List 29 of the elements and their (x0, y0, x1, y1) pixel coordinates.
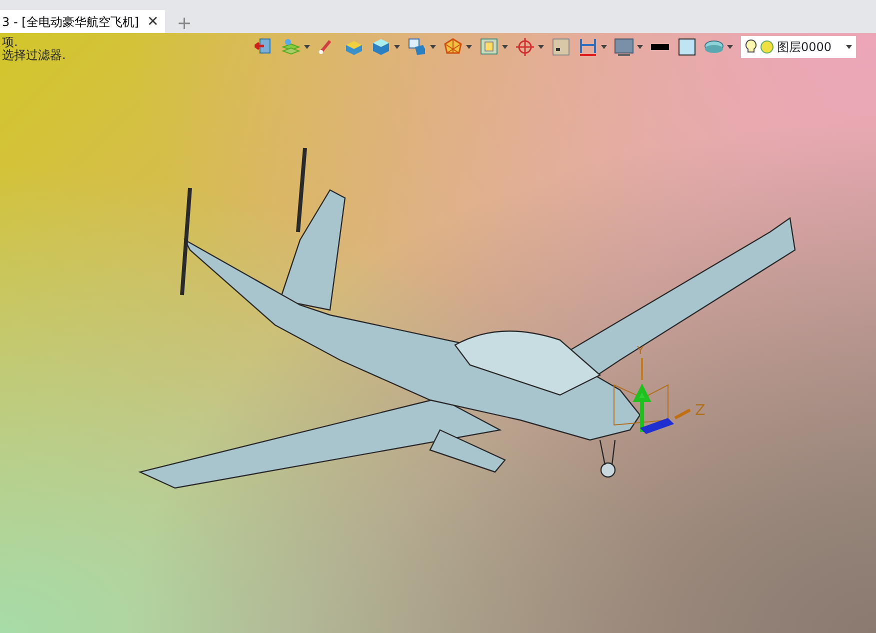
caret-icon (394, 45, 400, 49)
lightbulb-icon (745, 39, 757, 55)
caret-icon (601, 45, 607, 49)
dimension-icon (578, 37, 598, 57)
swatch-icon (677, 37, 697, 57)
caret-icon (727, 45, 733, 49)
caret-icon (538, 45, 544, 49)
frame-icon (479, 37, 499, 57)
status-message: 选择过滤器. (2, 49, 66, 62)
caret-icon (304, 45, 310, 49)
close-tab-icon[interactable]: ✕ (146, 14, 159, 30)
document-tab[interactable]: 3 - [全电动豪华航空飞机] ✕ (0, 10, 165, 33)
caret-icon (430, 45, 436, 49)
crosshair-icon (515, 37, 535, 57)
axis-label: Y (637, 344, 644, 357)
status-message: 项. (2, 36, 18, 49)
caret-icon (637, 45, 643, 49)
caret-icon (502, 45, 508, 49)
axis-label: Z (695, 401, 706, 419)
caret-icon (466, 45, 472, 49)
layer-dropdown[interactable]: 图层0000 (741, 36, 856, 58)
monitor-icon (614, 37, 634, 57)
circle-icon (760, 40, 774, 54)
small-square-icon (551, 37, 571, 57)
layers-icon (281, 37, 301, 57)
polygon-icon (443, 37, 463, 57)
cube-icon (371, 37, 391, 57)
caret-icon (846, 45, 852, 49)
screen-cube-icon (407, 37, 427, 57)
